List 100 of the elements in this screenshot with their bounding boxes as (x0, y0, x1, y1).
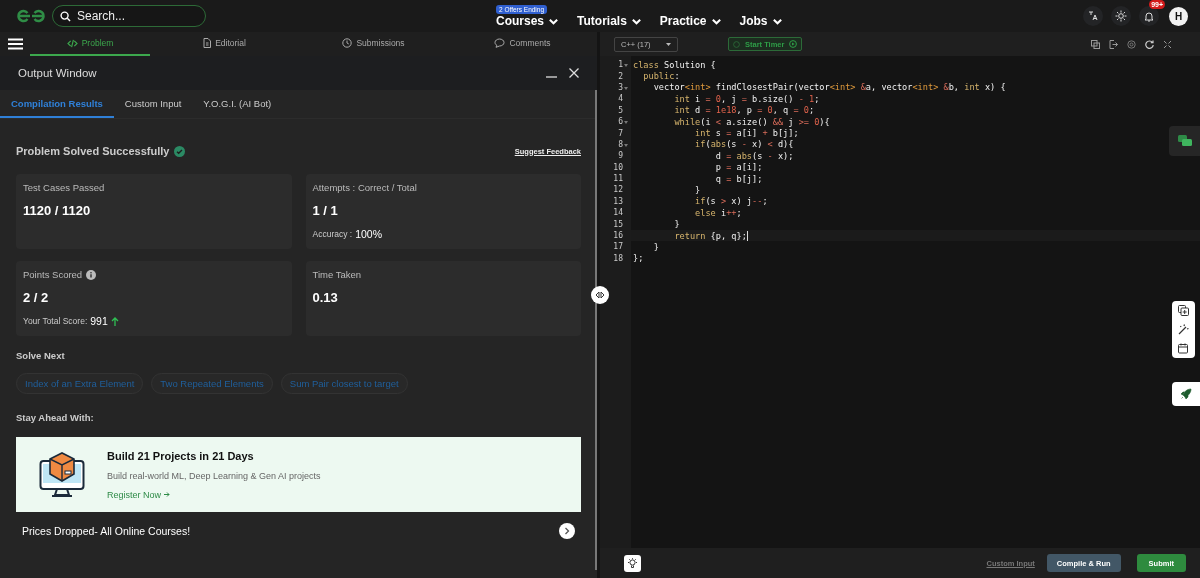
output-tab[interactable]: Y.O.G.I. (AI Bot) (192, 90, 283, 118)
code-line: p = a[i]; (714, 162, 763, 173)
code-line: int i = 0, j = b.size() - 1; (673, 93, 820, 104)
notifications-button[interactable] (1139, 6, 1159, 26)
code-line: return {p, q}; (673, 230, 747, 241)
problem-tab[interactable]: Comments (448, 32, 597, 56)
calendar-icon (1178, 343, 1189, 354)
nav-menu[interactable]: Jobs (739, 14, 783, 28)
magic-button[interactable] (1178, 324, 1189, 335)
user-avatar[interactable]: H (1169, 6, 1188, 26)
sun-icon (1115, 10, 1127, 22)
translate-button[interactable] (1083, 6, 1103, 26)
copy-icon[interactable] (1091, 39, 1100, 49)
code-line: q = b[j]; (714, 173, 763, 184)
fold-icon[interactable] (624, 64, 628, 68)
rocket-icon (1180, 388, 1192, 400)
line-number: 10 (613, 162, 623, 172)
rocket-button[interactable] (1172, 382, 1200, 406)
code-line: class Solution { (633, 59, 716, 70)
code-line: } (673, 219, 680, 230)
output-tab[interactable]: Custom Input (113, 90, 193, 118)
line-number: 15 (613, 219, 623, 229)
stat-note-value: 100% (355, 228, 383, 240)
output-tab[interactable]: Compilation Results (0, 90, 114, 118)
code-line: } (652, 241, 659, 252)
stat-label: Test Cases Passed (23, 182, 105, 193)
fold-icon[interactable] (624, 121, 628, 125)
code-line: int s = a[i] + b[j]; (694, 128, 799, 139)
clock-icon (342, 38, 353, 48)
line-number: 13 (613, 196, 623, 206)
register-link[interactable]: Register Now (107, 489, 321, 500)
code-line: int d = 1e18, p = 0, q = 0; (673, 105, 815, 116)
stat-value: 1 / 1 (312, 203, 339, 218)
menu-icon[interactable] (7, 38, 23, 50)
hint-button[interactable] (624, 554, 641, 572)
stat-label: Attempts : Correct / Total (312, 182, 417, 193)
document-icon (203, 38, 212, 48)
nav-menu[interactable]: Courses (496, 14, 560, 28)
bell-icon (1144, 10, 1154, 22)
translate-icon (1088, 11, 1098, 21)
promo-title: Build 21 Projects in 21 Days (107, 449, 255, 462)
fold-icon[interactable] (624, 143, 628, 147)
next-button[interactable] (559, 523, 575, 539)
stat-label: Time Taken (312, 269, 362, 280)
fullscreen-icon[interactable] (1163, 39, 1172, 49)
line-number: 4 (618, 94, 623, 104)
calendar-button[interactable] (1178, 343, 1189, 354)
stat-note-label: Your Total Score: (23, 316, 88, 326)
copy-button[interactable] (1178, 305, 1189, 316)
split-arrows-icon (595, 291, 605, 299)
reset-icon[interactable] (1145, 39, 1154, 49)
line-number: 16 (613, 231, 623, 241)
problem-tab[interactable]: Submissions (299, 32, 448, 56)
speech-bubble-icon (494, 38, 506, 48)
code-line: vector<int> findClosestPair(vector<int> &a, vector<int> &b, int x) { (652, 82, 1006, 93)
stat-value: 2 / 2 (23, 290, 50, 305)
stat-value: 1120 / 1120 (23, 203, 92, 218)
magic-wand-icon (1178, 324, 1189, 335)
fold-icon[interactable] (624, 86, 628, 90)
close-icon[interactable] (569, 68, 579, 78)
code-line: while(i < a.size() && j >= 0){ (673, 116, 830, 127)
lightbulb-icon (627, 557, 638, 569)
resize-handle[interactable] (591, 286, 609, 304)
search-icon (60, 11, 71, 22)
line-number: 18 (613, 253, 623, 263)
info-icon[interactable] (86, 269, 97, 280)
nav-menu[interactable]: Tutorials (577, 14, 642, 28)
problem-tab[interactable]: Editorial (150, 32, 299, 56)
import-icon[interactable] (1109, 39, 1118, 49)
line-number: 12 (613, 185, 623, 195)
code-line: } (694, 185, 701, 195)
code-icon (66, 38, 78, 48)
settings-icon[interactable] (1127, 39, 1136, 49)
code-line: if(abs(s - x) < d){ (694, 139, 794, 150)
search-field[interactable]: Search... (52, 5, 206, 27)
line-number: 11 (613, 174, 623, 184)
logo-icon[interactable] (16, 9, 46, 23)
line-number: 1 (618, 60, 623, 70)
nav-menu[interactable]: Practice (659, 14, 722, 28)
stat-note-label: Accuracy : (312, 229, 353, 239)
chat-bubbles-icon (1177, 135, 1192, 147)
chat-button[interactable] (1169, 126, 1200, 156)
promo-banner[interactable]: Build 21 Projects in 21 Days Build real-world ML, Deep Learning & Gen AI projects Register Now (16, 437, 581, 512)
arrow-right-icon (164, 492, 171, 497)
line-number: 5 (618, 105, 623, 115)
theme-button[interactable] (1111, 6, 1131, 26)
promo-subtitle: Build real-world ML, Deep Learning & Gen AI projects (107, 470, 321, 481)
line-number: 8 (618, 139, 623, 149)
check-circle-icon (174, 145, 186, 157)
offer-text[interactable]: Prices Dropped- All Online Courses! (22, 525, 191, 537)
chevron-right-icon (564, 527, 570, 535)
copy-plus-icon (1178, 305, 1189, 316)
line-number: 7 (618, 128, 623, 138)
caret-icon (666, 42, 671, 46)
line-number: 14 (613, 208, 623, 218)
line-number: 17 (613, 242, 623, 252)
section-heading: Solve Next (16, 350, 66, 361)
section-heading: Stay Ahead With: (16, 412, 95, 423)
code-line: if(s > x) j--; (694, 196, 768, 207)
code-line: public: (642, 71, 680, 82)
